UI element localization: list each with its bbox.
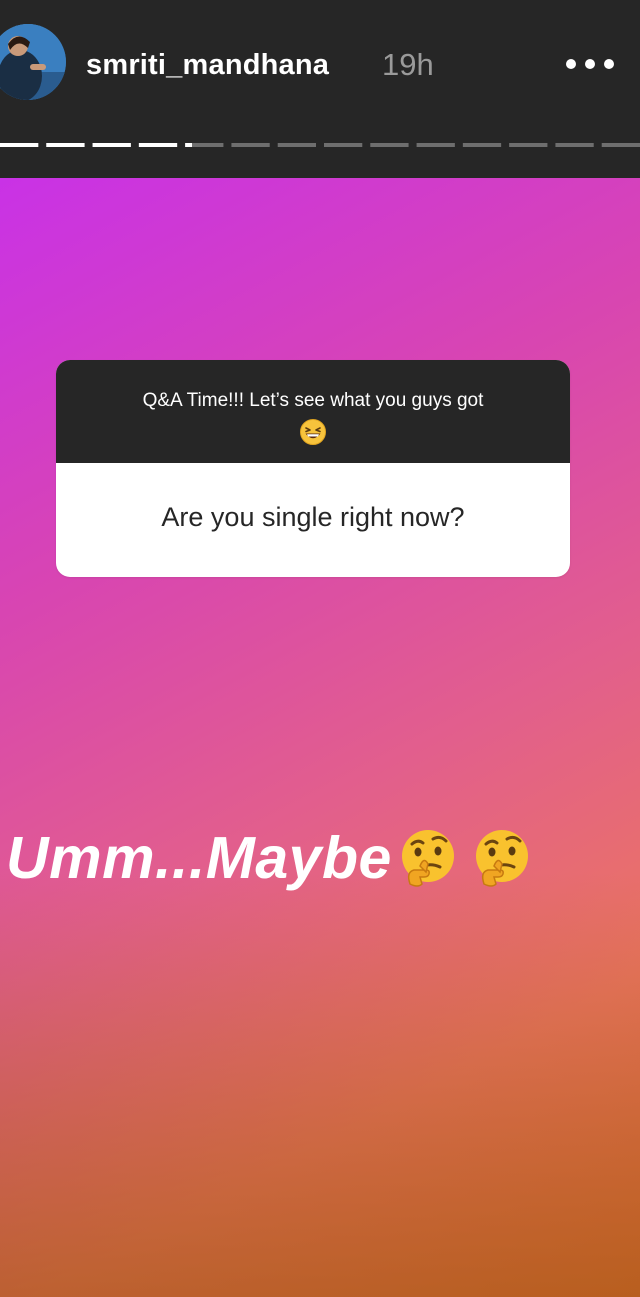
story-progress-bar xyxy=(0,142,640,148)
qa-sticker[interactable]: Q&A Time!!! Let’s see what you guys got … xyxy=(56,360,570,577)
progress-segment xyxy=(509,143,548,147)
qa-sticker-header: Q&A Time!!! Let’s see what you guys got xyxy=(56,360,570,463)
progress-segment-filled xyxy=(0,143,39,147)
story-header: smriti_mandhana 19h xyxy=(0,0,640,178)
progress-segment xyxy=(370,143,409,147)
progress-segment xyxy=(324,143,363,147)
progress-segment-filled xyxy=(46,143,85,147)
progress-segment-filled xyxy=(138,143,178,147)
progress-segment-filled xyxy=(92,143,131,147)
thinking-face-icon xyxy=(401,830,454,887)
progress-segment xyxy=(277,143,316,147)
answer-text: Umm...Maybe xyxy=(6,825,392,891)
more-horizontal-icon[interactable] xyxy=(562,56,618,72)
progress-segment xyxy=(462,143,502,147)
story-screen: smriti_mandhana 19h Q&A Time!!! Let’s se… xyxy=(0,0,640,1297)
qa-question: Are you single right now? xyxy=(161,502,465,532)
more-dot xyxy=(604,59,614,69)
grinning-squinting-face-icon xyxy=(300,419,326,445)
avatar-photo xyxy=(0,24,66,100)
thinking-face-icon xyxy=(475,830,528,887)
avatar[interactable] xyxy=(0,24,66,100)
progress-segment xyxy=(231,143,270,147)
qa-prompt: Q&A Time!!! Let’s see what you guys got xyxy=(80,388,546,446)
more-dot xyxy=(585,59,595,69)
more-dot xyxy=(566,59,576,69)
timestamp: 19h xyxy=(382,47,434,82)
progress-segment-filled xyxy=(185,143,192,147)
username[interactable]: smriti_mandhana xyxy=(86,46,329,84)
progress-segment xyxy=(555,143,594,147)
story-content[interactable]: Q&A Time!!! Let’s see what you guys got … xyxy=(0,178,640,1297)
progress-segment xyxy=(601,143,640,147)
qa-prompt-text: Q&A Time!!! Let’s see what you guys got xyxy=(142,390,484,411)
progress-segment xyxy=(416,143,455,147)
answer-caption: Umm...Maybe xyxy=(6,818,534,898)
